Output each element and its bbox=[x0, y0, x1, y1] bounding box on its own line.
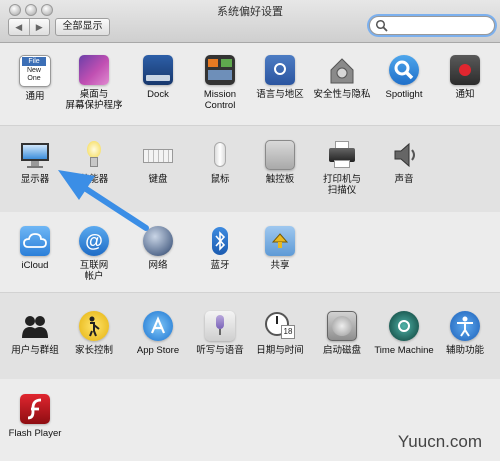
annotation-arrow bbox=[58, 170, 149, 231]
system-preferences-window: 系统偏好设置 ◀ ▶ 全部显示 File New One 通用 桌面与 屏幕保护… bbox=[0, 0, 500, 461]
